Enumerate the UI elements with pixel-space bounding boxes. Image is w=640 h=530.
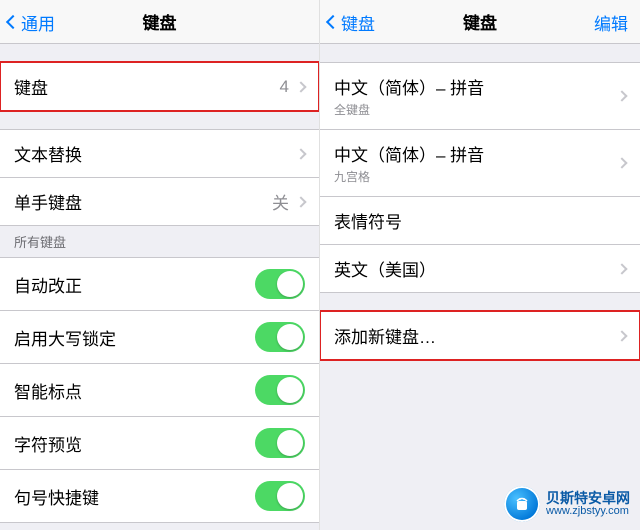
- chevron-left-icon: [326, 15, 340, 29]
- watermark-site: www.zjbstyy.com: [546, 506, 630, 518]
- period-shortcut-footnote: 轻点两下空格键插入句号（中文键盘）或插入句点与空格（其他键盘）。: [0, 523, 319, 530]
- cell-add-new-keyboard[interactable]: 添加新键盘…: [320, 311, 640, 360]
- cell-auto-correct[interactable]: 自动改正: [0, 257, 319, 310]
- chevron-right-icon: [616, 330, 627, 341]
- cell-keyboards[interactable]: 键盘 4: [0, 62, 319, 111]
- cell-keyboards-label: 键盘: [14, 74, 48, 99]
- back-button-keyboard[interactable]: 键盘: [328, 0, 375, 44]
- toggle-caps-lock[interactable]: [255, 322, 305, 352]
- cell-text-replacement[interactable]: 文本替换: [0, 129, 319, 177]
- watermark-logo-icon: [504, 486, 540, 522]
- navbar-left: 通用 键盘: [0, 0, 319, 44]
- chevron-right-icon: [295, 196, 306, 207]
- cell-keyboards-value: 4: [280, 77, 289, 97]
- toggle-period-shortcut[interactable]: [255, 481, 305, 511]
- toggle-auto-correct[interactable]: [255, 269, 305, 299]
- cell-text-replacement-label: 文本替换: [14, 141, 82, 166]
- nav-title-right: 键盘: [463, 9, 497, 34]
- chevron-right-icon: [295, 148, 306, 159]
- cell-char-preview[interactable]: 字符预览: [0, 416, 319, 469]
- watermark-title: 贝斯特安卓网: [546, 491, 630, 506]
- cell-one-handed-value: 关: [272, 189, 289, 214]
- back-button-general[interactable]: 通用: [8, 0, 55, 44]
- keyboards-list-screen: 键盘 键盘 编辑 中文（简体）– 拼音 全键盘 中文（简体）– 拼音 九宫格: [320, 0, 640, 530]
- edit-button[interactable]: 编辑: [594, 0, 628, 44]
- toggle-char-preview[interactable]: [255, 428, 305, 458]
- group-header-all-keyboards: 所有键盘: [0, 226, 319, 257]
- chevron-left-icon: [6, 15, 20, 29]
- chevron-right-icon: [295, 81, 306, 92]
- chevron-right-icon: [616, 263, 627, 274]
- cell-one-handed[interactable]: 单手键盘 关: [0, 177, 319, 226]
- android-icon: [512, 494, 532, 514]
- cell-caps-lock[interactable]: 启用大写锁定: [0, 310, 319, 363]
- back-label: 通用: [21, 10, 55, 35]
- toggle-smart-punct[interactable]: [255, 375, 305, 405]
- navbar-right: 键盘 键盘 编辑: [320, 0, 640, 44]
- nav-title-left: 键盘: [143, 9, 177, 34]
- keyboard-row-pinyin-9key[interactable]: 中文（简体）– 拼音 九宫格: [320, 129, 640, 196]
- keyboard-row-pinyin-full[interactable]: 中文（简体）– 拼音 全键盘: [320, 62, 640, 129]
- chevron-right-icon: [616, 157, 627, 168]
- back-label: 键盘: [341, 10, 375, 35]
- watermark: 贝斯特安卓网 www.zjbstyy.com: [500, 484, 634, 524]
- cell-period-shortcut[interactable]: 句号快捷键: [0, 469, 319, 523]
- chevron-right-icon: [616, 90, 627, 101]
- settings-keyboard-screen: 通用 键盘 键盘 4 文本替换 单手键盘 关: [0, 0, 320, 530]
- cell-smart-punct[interactable]: 智能标点: [0, 363, 319, 416]
- keyboard-row-emoji[interactable]: 表情符号: [320, 196, 640, 244]
- cell-one-handed-label: 单手键盘: [14, 189, 82, 214]
- keyboard-row-english-us[interactable]: 英文（美国）: [320, 244, 640, 293]
